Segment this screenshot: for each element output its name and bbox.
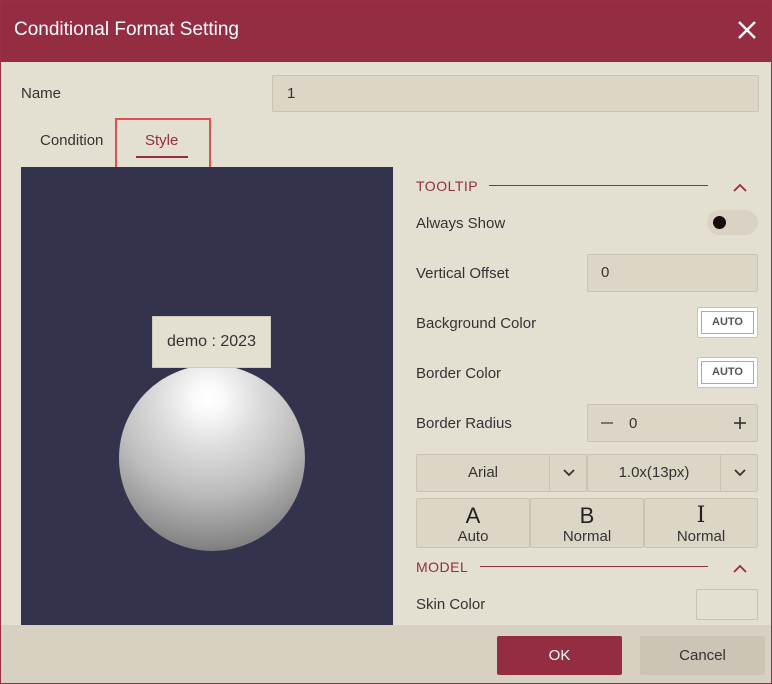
preview-canvas: demo : 2023 — [21, 167, 393, 627]
border-radius-label: Border Radius — [416, 415, 512, 432]
cancel-button[interactable]: Cancel — [640, 636, 765, 675]
border-radius-stepper[interactable]: 0 — [587, 404, 758, 442]
font-color-icon: A — [465, 503, 481, 528]
border-color-picker[interactable]: AUTO — [697, 357, 758, 388]
toggle-knob — [713, 216, 726, 229]
font-family-dropdown-arrow — [549, 455, 587, 491]
font-family-select[interactable]: Arial — [416, 454, 587, 492]
font-size-value: 1.0x(13px) — [618, 464, 690, 481]
close-icon — [738, 21, 756, 39]
model-collapse-button[interactable] — [732, 561, 748, 573]
vertical-offset-label: Vertical Offset — [416, 265, 510, 282]
model-section-title: MODEL — [416, 559, 469, 575]
chevron-up-icon — [733, 564, 747, 573]
font-color-button[interactable]: A Auto — [416, 498, 530, 548]
increment-button[interactable] — [731, 410, 749, 436]
always-show-label: Always Show — [416, 215, 506, 232]
chevron-down-icon — [563, 469, 575, 477]
font-family-value: Arial — [467, 464, 498, 481]
dialog-titlebar: Conditional Format Setting — [1, 1, 771, 62]
background-color-picker[interactable]: AUTO — [697, 307, 758, 338]
always-show-toggle[interactable] — [707, 210, 758, 235]
skin-color-label: Skin Color — [416, 596, 486, 613]
dialog-title: Conditional Format Setting — [14, 19, 239, 40]
font-style-button[interactable]: I Normal — [644, 498, 758, 548]
background-color-label: Background Color — [416, 315, 537, 332]
sphere-model — [119, 365, 305, 551]
plus-icon — [734, 417, 746, 429]
ok-button[interactable]: OK — [497, 636, 622, 675]
border-color-label: Border Color — [416, 365, 502, 382]
conditional-format-dialog: Conditional Format Setting Name 1 Condit… — [0, 0, 772, 684]
tooltip-section-divider — [489, 185, 708, 186]
italic-icon: I — [696, 503, 706, 528]
font-weight-caption: Normal — [562, 528, 612, 545]
border-color-value: AUTO — [701, 361, 754, 384]
tooltip-collapse-button[interactable] — [732, 180, 748, 192]
chevron-down-icon — [734, 469, 746, 477]
tab-highlight-box — [115, 118, 211, 174]
font-weight-button[interactable]: B Normal — [530, 498, 644, 548]
font-size-dropdown-arrow — [720, 455, 758, 491]
border-radius-value: 0 — [629, 415, 638, 432]
vertical-offset-input[interactable]: 0 — [587, 254, 758, 292]
decrement-button[interactable] — [598, 410, 616, 436]
background-color-value: AUTO — [701, 311, 754, 334]
name-input[interactable]: 1 — [272, 75, 759, 112]
font-color-caption: Auto — [457, 528, 489, 545]
skin-color-picker[interactable] — [696, 589, 758, 620]
close-button[interactable] — [732, 15, 762, 45]
font-size-select[interactable]: 1.0x(13px) — [587, 454, 758, 492]
model-section-divider — [480, 566, 708, 567]
minus-icon — [601, 422, 613, 424]
font-style-caption: Normal — [676, 528, 726, 545]
preview-tooltip: demo : 2023 — [152, 316, 271, 368]
bold-icon: B — [579, 503, 595, 528]
chevron-up-icon — [733, 183, 747, 192]
tooltip-section-title: TOOLTIP — [416, 178, 479, 194]
name-label: Name — [21, 85, 62, 102]
tab-condition[interactable]: Condition — [40, 132, 103, 149]
